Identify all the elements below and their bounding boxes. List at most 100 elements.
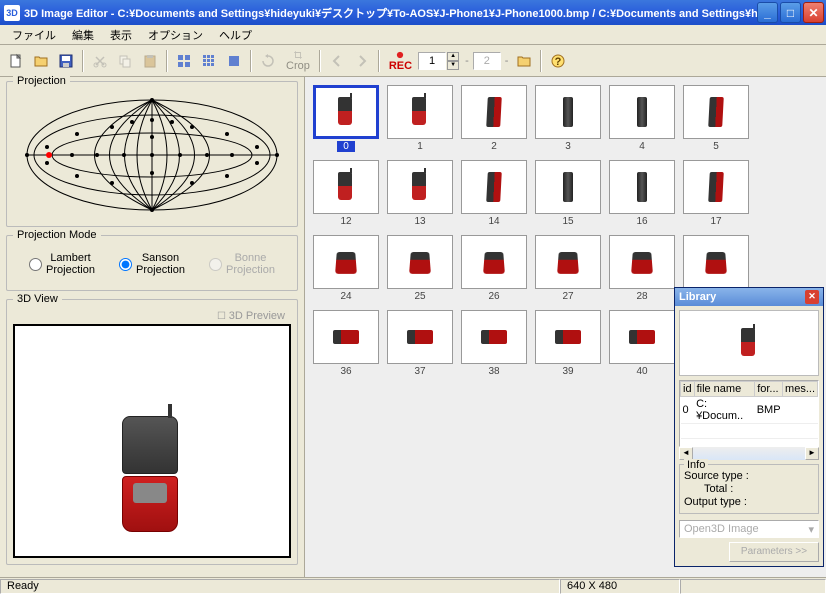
close-button[interactable]: ✕ <box>803 2 824 23</box>
window-title: 3D Image Editor - C:¥Documents and Setti… <box>24 5 757 21</box>
left-pane: Projection <box>0 77 305 577</box>
thumb-label: 40 <box>636 366 647 377</box>
thumb-image <box>535 235 601 289</box>
thumb-image <box>313 160 379 214</box>
maximize-button[interactable]: □ <box>780 2 801 23</box>
toolbar-open[interactable] <box>29 49 53 73</box>
menubar: ファイル 編集 表示 オプション ヘルプ <box>0 25 826 45</box>
thumbnail-0[interactable]: 0 <box>313 85 379 152</box>
thumbnail-27[interactable]: 27 <box>535 235 601 302</box>
toolbar-grid2[interactable] <box>197 49 221 73</box>
minimize-button[interactable]: _ <box>757 2 778 23</box>
thumbnail-37[interactable]: 37 <box>387 310 453 377</box>
toolbar-save[interactable] <box>54 49 78 73</box>
toolbar-cut[interactable] <box>88 49 112 73</box>
thumbnail-4[interactable]: 4 <box>609 85 675 152</box>
thumb-image <box>609 310 675 364</box>
chevron-down-icon: ▾ <box>808 523 814 536</box>
menu-option[interactable]: オプション <box>140 25 211 45</box>
thumb-label: 39 <box>562 366 573 377</box>
thumb-image <box>535 310 601 364</box>
thumb-label: 4 <box>639 141 645 152</box>
thumb-label: 12 <box>340 216 351 227</box>
statusbar: Ready 640 X 480 <box>0 577 826 594</box>
library-table[interactable]: id file name for... mes... 0 C:¥Docum.. … <box>679 380 819 447</box>
thumbnail-24[interactable]: 24 <box>313 235 379 302</box>
thumbnail-15[interactable]: 15 <box>535 160 601 227</box>
thumbnail-gallery: 0123451213141516172425262728293637383940… <box>305 77 826 577</box>
toolbar-rotate[interactable] <box>256 49 280 73</box>
library-hscroll[interactable]: ◄► <box>679 447 819 461</box>
thumbnail-17[interactable]: 17 <box>683 160 749 227</box>
library-row[interactable]: 0 C:¥Docum.. BMP <box>681 397 818 424</box>
preview-3d[interactable] <box>13 324 291 558</box>
thumbnail-25[interactable]: 25 <box>387 235 453 302</box>
thumbnail-36[interactable]: 36 <box>313 310 379 377</box>
thumb-label: 5 <box>713 141 719 152</box>
thumb-image <box>387 235 453 289</box>
thumb-image <box>387 160 453 214</box>
thumb-image <box>609 160 675 214</box>
page-sep2: - <box>502 55 512 67</box>
thumbnail-38[interactable]: 38 <box>461 310 527 377</box>
toolbar-next[interactable] <box>350 49 374 73</box>
thumb-label: 2 <box>491 141 497 152</box>
library-preview <box>679 310 819 377</box>
toolbar-prev[interactable] <box>325 49 349 73</box>
status-ready: Ready <box>0 579 560 594</box>
thumb-label: 13 <box>414 216 425 227</box>
view3d-title: 3D View <box>13 293 62 305</box>
thumb-label: 27 <box>562 291 573 302</box>
toolbar-new[interactable] <box>4 49 28 73</box>
thumb-label: 38 <box>488 366 499 377</box>
page-other: 2 <box>473 52 501 70</box>
toolbar-rec[interactable]: REC <box>384 49 417 73</box>
preview-checkbox[interactable]: ☐ 3D Preview <box>13 308 291 324</box>
thumb-label: 1 <box>417 141 423 152</box>
thumbnail-14[interactable]: 14 <box>461 160 527 227</box>
phone-thumb-icon <box>741 328 757 358</box>
projection-canvas[interactable] <box>13 90 291 220</box>
thumbnail-28[interactable]: 28 <box>609 235 675 302</box>
menu-view[interactable]: 表示 <box>102 25 140 45</box>
thumbnail-1[interactable]: 1 <box>387 85 453 152</box>
thumbnail-13[interactable]: 13 <box>387 160 453 227</box>
menu-file[interactable]: ファイル <box>4 25 64 45</box>
library-titlebar[interactable]: Library ✕ <box>675 288 823 306</box>
thumbnail-26[interactable]: 26 <box>461 235 527 302</box>
toolbar-single[interactable] <box>222 49 246 73</box>
thumbnail-16[interactable]: 16 <box>609 160 675 227</box>
library-panel: Library ✕ id file name for... mes... 0 C… <box>674 287 824 567</box>
library-output-select[interactable]: Open3D Image▾ <box>679 520 819 538</box>
page-spinner[interactable]: ▲▼ <box>447 52 459 70</box>
toolbar-grid1[interactable] <box>172 49 196 73</box>
thumb-image <box>683 235 749 289</box>
thumbnail-2[interactable]: 2 <box>461 85 527 152</box>
radio-sanson[interactable]: Sanson Projection <box>119 252 185 276</box>
app-icon: 3D <box>4 5 20 21</box>
thumb-label: 14 <box>488 216 499 227</box>
menu-edit[interactable]: 編集 <box>64 25 102 45</box>
thumb-image <box>683 160 749 214</box>
thumbnail-3[interactable]: 3 <box>535 85 601 152</box>
radio-lambert[interactable]: Lambert Projection <box>29 252 95 276</box>
menu-help[interactable]: ヘルプ <box>211 25 260 45</box>
thumb-image <box>535 160 601 214</box>
toolbar-copy[interactable] <box>113 49 137 73</box>
thumb-image <box>461 310 527 364</box>
library-close-icon[interactable]: ✕ <box>805 290 819 304</box>
thumbnail-39[interactable]: 39 <box>535 310 601 377</box>
thumb-label: 26 <box>488 291 499 302</box>
thumb-label: 24 <box>340 291 351 302</box>
thumb-image <box>313 310 379 364</box>
toolbar-help[interactable]: ? <box>546 49 570 73</box>
thumbnail-40[interactable]: 40 <box>609 310 675 377</box>
toolbar-paste[interactable] <box>138 49 162 73</box>
toolbar-crop[interactable]: Crop <box>281 49 315 73</box>
thumbnail-5[interactable]: 5 <box>683 85 749 152</box>
thumb-image <box>387 85 453 139</box>
thumbnail-12[interactable]: 12 <box>313 160 379 227</box>
library-parameters-button[interactable]: Parameters >> <box>729 542 819 562</box>
toolbar-folder[interactable] <box>512 49 536 73</box>
page-current[interactable]: 1 <box>418 52 446 70</box>
